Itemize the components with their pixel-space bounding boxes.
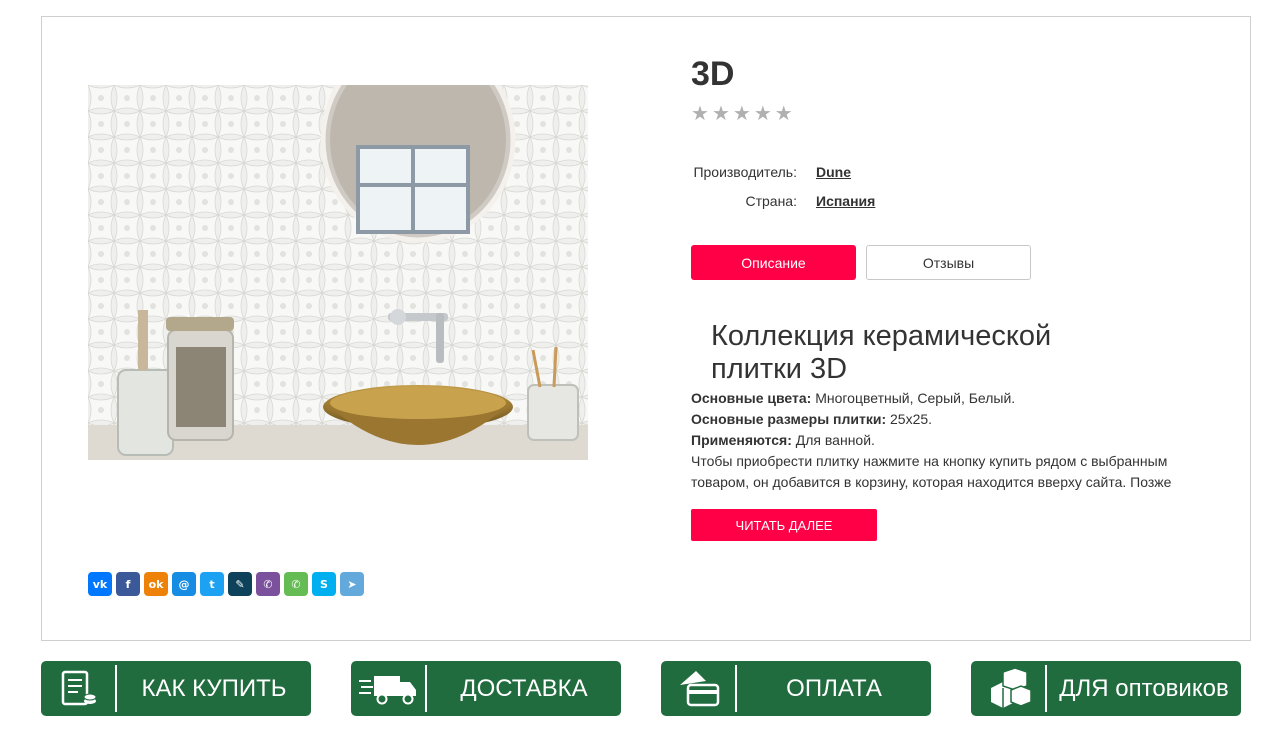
star-icon[interactable]: ★: [775, 103, 793, 123]
facebook-icon[interactable]: f: [116, 572, 140, 596]
skype-icon[interactable]: S: [312, 572, 336, 596]
colors-line: Основные цвета: Многоцветный, Серый, Бел…: [691, 388, 1191, 409]
product-image[interactable]: [88, 85, 588, 460]
property-row: Производитель: Dune: [691, 157, 875, 186]
property-row: Страна: Испания: [691, 186, 875, 215]
usage-line: Применяются: Для ванной.: [691, 430, 1191, 451]
telegram-icon[interactable]: ➤: [340, 572, 364, 596]
star-icon[interactable]: ★: [733, 103, 751, 123]
product-card: vk f ok @ t ✎ ✆ ✆ S ➤ 3D ★ ★ ★ ★ ★ Произ…: [41, 16, 1251, 641]
odnoklassniki-icon[interactable]: ok: [144, 572, 168, 596]
colors-label: Основные цвета:: [691, 390, 812, 406]
moimir-icon[interactable]: @: [172, 572, 196, 596]
usage-label: Применяются:: [691, 432, 792, 448]
country-link[interactable]: Испания: [816, 193, 875, 209]
country-label: Страна:: [745, 192, 797, 209]
banner-label: ОПЛАТА: [786, 674, 882, 702]
colors-value: Многоцветный, Серый, Белый.: [811, 390, 1016, 406]
star-icon[interactable]: ★: [712, 103, 730, 123]
manufacturer-label: Производитель:: [693, 163, 797, 180]
description-text: Чтобы приобрести плитку нажмите на кнопк…: [691, 453, 1172, 490]
livejournal-icon[interactable]: ✎: [228, 572, 252, 596]
banner-label: ДЛЯ оптовиков: [1059, 674, 1229, 702]
rating-stars[interactable]: ★ ★ ★ ★ ★: [691, 103, 793, 123]
product-title: 3D: [691, 55, 735, 93]
star-icon[interactable]: ★: [691, 103, 709, 123]
payment-banner[interactable]: ОПЛАТА: [661, 661, 931, 716]
info-banners: КАК КУПИТЬ ДОСТАВКА ОПЛАТА ДЛЯ оптовиков: [41, 661, 1241, 716]
wholesale-banner[interactable]: ДЛЯ оптовиков: [971, 661, 1241, 716]
twitter-icon[interactable]: t: [200, 572, 224, 596]
banner-label: КАК КУПИТЬ: [141, 674, 287, 702]
star-icon[interactable]: ★: [754, 103, 772, 123]
payment-card-icon: [669, 667, 729, 711]
delivery-truck-icon: [359, 667, 419, 711]
boxes-icon: [979, 667, 1039, 711]
receipt-icon: [49, 667, 109, 711]
viber-icon[interactable]: ✆: [256, 572, 280, 596]
banner-label: ДОСТАВКА: [460, 674, 588, 702]
sizes-value: 25x25.: [886, 411, 933, 427]
delivery-banner[interactable]: ДОСТАВКА: [351, 661, 621, 716]
usage-value: Для ванной.: [791, 432, 875, 448]
description-panel: Коллекция керамической плитки 3D Основны…: [691, 320, 1191, 493]
product-tabs: Описание Отзывы: [691, 245, 1031, 280]
read-more-button[interactable]: ЧИТАТЬ ДАЛЕЕ: [691, 509, 877, 541]
product-properties: Производитель: Dune Страна: Испания: [691, 157, 875, 215]
sizes-label: Основные размеры плитки:: [691, 411, 887, 427]
description-heading: Коллекция керамической плитки 3D: [711, 320, 1052, 385]
how-to-buy-banner[interactable]: КАК КУПИТЬ: [41, 661, 311, 716]
vk-icon[interactable]: vk: [88, 572, 112, 596]
sizes-line: Основные размеры плитки: 25x25.: [691, 409, 1191, 430]
share-buttons: vk f ok @ t ✎ ✆ ✆ S ➤: [88, 572, 364, 596]
whatsapp-icon[interactable]: ✆: [284, 572, 308, 596]
manufacturer-link[interactable]: Dune: [816, 164, 851, 180]
tab-description[interactable]: Описание: [691, 245, 856, 280]
tab-reviews[interactable]: Отзывы: [866, 245, 1031, 280]
